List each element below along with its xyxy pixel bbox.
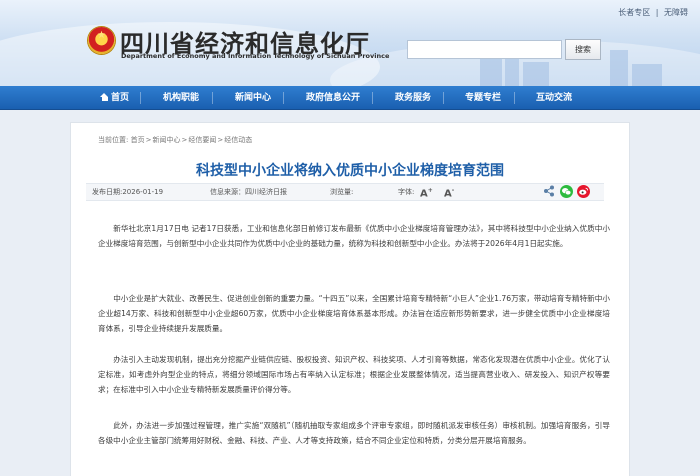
elder-zone-link[interactable]: 长者专区	[618, 8, 650, 17]
article-paragraph: 办法引入主动发现机制，提出充分挖掘产业链供应链、股权投资、知识产权、科技奖项、人…	[98, 355, 610, 394]
nav-item-topics[interactable]: 专题专栏	[465, 86, 501, 110]
breadcrumb-separator: >	[145, 136, 152, 144]
article-title: 科技型中小企业将纳入优质中小企业梯度培育范围	[196, 163, 504, 179]
breadcrumb-separator: >	[181, 136, 188, 144]
top-links: 长者专区 | 无障碍	[615, 7, 688, 18]
top-links-divider: |	[655, 8, 659, 17]
header-skyline	[610, 50, 628, 86]
font-larger-button[interactable]: A+	[420, 186, 433, 199]
nav-item-news[interactable]: 新闻中心	[235, 86, 271, 110]
nav-item-gov-info[interactable]: 政府信息公开	[306, 86, 360, 110]
publish-date: 发布日期:2026-01-19	[92, 188, 164, 196]
font-larger-label: A	[420, 188, 428, 200]
main-nav: 首页 机构职能 新闻中心 政府信息公开 政务服务 专题专栏 互动交流	[0, 86, 700, 110]
article-paragraph: 新华社北京1月17日电 记者17日获悉，工业和信息化部日前修订发布最新《优质中小…	[98, 224, 610, 248]
nav-item-organization[interactable]: 机构职能	[163, 86, 199, 110]
search-button[interactable]: 搜索	[565, 39, 601, 60]
nav-divider	[443, 92, 444, 104]
search-input[interactable]	[407, 40, 562, 59]
accessibility-link[interactable]: 无障碍	[664, 8, 688, 17]
article-paragraph: 中小企业是扩大就业、改善民生、促进创业创新的重要力量。“十四五”以来，全国累计培…	[98, 294, 610, 333]
breadcrumb-jingxin-news[interactable]: 经信要闻	[188, 136, 216, 144]
breadcrumb-home[interactable]: 首页	[131, 136, 145, 144]
nav-divider	[212, 92, 213, 104]
breadcrumb: 当前位置: 首页>新闻中心>经信要闻>经信动态	[98, 135, 252, 145]
header-skyline	[632, 64, 662, 86]
nav-item-interaction[interactable]: 互动交流	[536, 86, 572, 110]
nav-divider	[283, 92, 284, 104]
nav-item-home[interactable]: 首页	[100, 86, 129, 110]
home-icon	[100, 93, 109, 101]
national-emblem-icon: ★	[88, 27, 115, 54]
article-source: 信息来源：四川经济日报	[210, 188, 287, 196]
breadcrumb-news[interactable]: 新闻中心	[152, 136, 180, 144]
nav-divider	[372, 92, 373, 104]
breadcrumb-separator: >	[217, 136, 224, 144]
site-subtitle: Department of Economy and Information Te…	[121, 52, 390, 60]
nav-item-services[interactable]: 政务服务	[395, 86, 431, 110]
share-icon[interactable]	[543, 185, 555, 197]
weibo-icon[interactable]	[577, 185, 590, 198]
views-label: 浏览量:	[330, 188, 354, 196]
nav-item-label: 首页	[111, 93, 130, 103]
nav-divider	[140, 92, 141, 104]
breadcrumb-jingxin-dynamics[interactable]: 经信动态	[224, 136, 252, 144]
header-skyline	[523, 62, 549, 86]
header-skyline	[480, 56, 502, 86]
site-header: 长者专区 | 无障碍 ★ 四川省经济和信息化厅 Department of Ec…	[0, 0, 700, 86]
font-smaller-label: A	[444, 188, 452, 200]
font-smaller-button[interactable]: A-	[444, 186, 454, 199]
wechat-icon[interactable]	[560, 185, 573, 198]
article-paragraph: 此外，办法进一步加强过程管理，推广实施“双随机”（随机抽取专家组成多个评审专家组…	[98, 421, 610, 445]
nav-divider	[514, 92, 515, 104]
breadcrumb-prefix: 当前位置:	[98, 136, 129, 144]
font-size-label: 字体:	[398, 188, 415, 196]
